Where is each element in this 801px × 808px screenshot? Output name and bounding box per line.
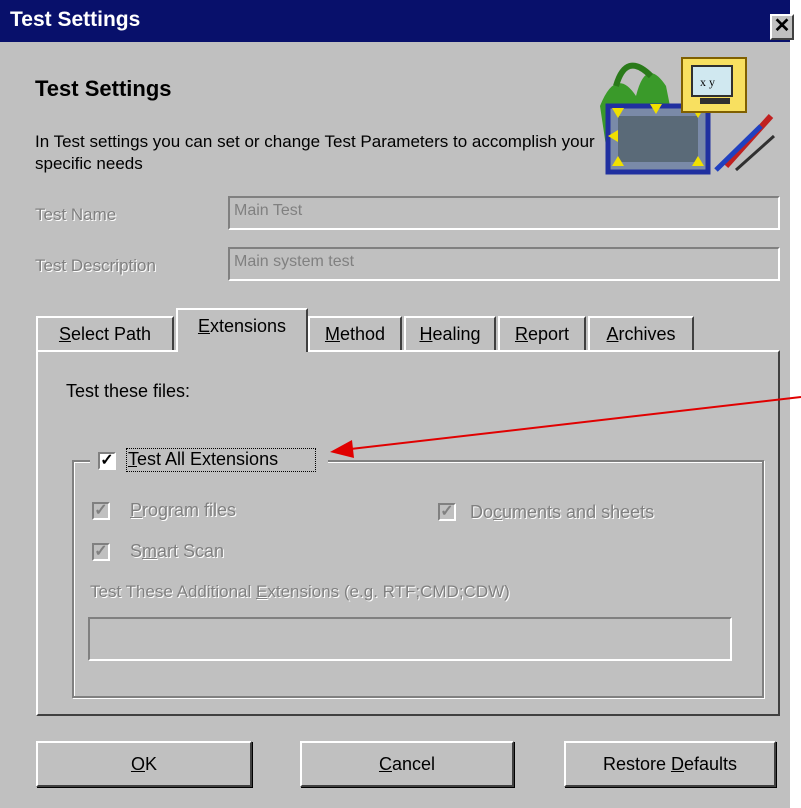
test-settings-dialog: Test Settings Test Settings In Test sett… <box>0 0 790 808</box>
test-description-field[interactable]: Main system test <box>228 247 780 281</box>
documents-checkbox[interactable]: ✓ <box>438 503 456 521</box>
additional-extensions-field[interactable] <box>88 617 732 661</box>
svg-text:x y: x y <box>700 75 715 89</box>
cancel-button[interactable]: Cancel <box>300 741 514 787</box>
ok-button[interactable]: OK <box>36 741 252 787</box>
documents-label: Documents and sheets <box>470 502 655 522</box>
tab-archives[interactable]: Archives <box>588 316 694 350</box>
additional-extensions-label: Test These Additional Extensions (e.g. R… <box>90 582 510 601</box>
restore-defaults-button[interactable]: Restore Defaults <box>564 741 776 787</box>
test-settings-monitor-icon: x y <box>596 46 778 176</box>
tab-report[interactable]: Report <box>498 316 586 350</box>
test-description-label: Test Description <box>35 256 156 275</box>
settings-description: In Test settings you can set or change T… <box>35 132 595 173</box>
test-files-prompt: Test these files: <box>66 381 191 401</box>
test-all-extensions-checkbox[interactable]: ✓ <box>98 452 116 470</box>
page-title: Test Settings <box>35 76 172 101</box>
title-bar[interactable]: Test Settings <box>0 0 790 42</box>
focus-rectangle <box>126 448 316 472</box>
close-icon: ✕ <box>773 15 791 37</box>
background-strip <box>790 0 801 808</box>
extensions-groupbox <box>72 460 764 698</box>
smart-scan-checkbox[interactable]: ✓ <box>92 543 110 561</box>
program-files-label: Program files <box>130 500 237 520</box>
tab-healing[interactable]: Healing <box>404 316 496 350</box>
tab-extensions[interactable]: Extensions <box>176 308 308 352</box>
program-files-checkbox[interactable]: ✓ <box>92 502 110 520</box>
close-button[interactable]: ✕ <box>770 14 794 40</box>
tab-select-path[interactable]: Select Path <box>36 316 174 350</box>
tab-method[interactable]: Method <box>308 316 402 350</box>
smart-scan-label: Smart Scan <box>130 541 225 561</box>
window-title: Test Settings <box>10 8 141 31</box>
test-name-field[interactable]: Main Test <box>228 196 780 230</box>
test-name-label: Test Name <box>35 205 117 224</box>
